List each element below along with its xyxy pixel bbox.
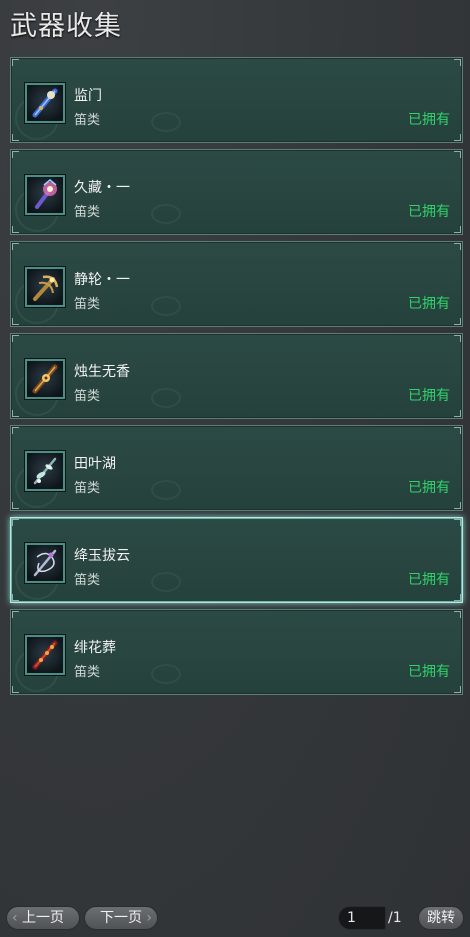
flute-blue-icon xyxy=(25,83,65,123)
flute-leaf-icon xyxy=(25,451,65,491)
next-page-button[interactable]: 下一页 › xyxy=(84,906,158,930)
page-title: 武器收集 xyxy=(10,11,122,42)
flute-crystal-icon xyxy=(25,175,65,215)
owned-status: 已拥有 xyxy=(408,480,450,496)
weapon-card[interactable]: 绯花葬 笛类 已拥有 xyxy=(10,609,463,695)
chevron-left-icon: ‹ xyxy=(12,910,18,926)
weapon-card[interactable]: 久藏・一 笛类 已拥有 xyxy=(10,149,463,235)
weapon-name: 监门 xyxy=(74,88,102,104)
page-total: /1 xyxy=(388,910,402,926)
flute-gold-icon xyxy=(25,267,65,307)
chevron-right-icon: › xyxy=(146,910,152,926)
weapon-category: 笛类 xyxy=(74,573,101,588)
owned-status: 已拥有 xyxy=(408,388,450,404)
weapon-card[interactable]: 静轮・一 笛类 已拥有 xyxy=(10,241,463,327)
weapon-category: 笛类 xyxy=(74,389,101,404)
weapon-category: 笛类 xyxy=(74,481,101,496)
weapon-collection-page: 武器收集 监门 笛类 已拥有 久藏・一 笛类 已拥有 静轮・一 笛类 已拥有 烛… xyxy=(0,0,470,937)
flute-silver-icon xyxy=(25,543,65,583)
weapon-category: 笛类 xyxy=(74,205,101,220)
jump-button[interactable]: 跳转 xyxy=(418,906,464,930)
page-jump-group: /1 跳转 xyxy=(338,906,464,930)
prev-page-button[interactable]: ‹ 上一页 xyxy=(6,906,80,930)
owned-status: 已拥有 xyxy=(408,112,450,128)
flute-amber-icon xyxy=(25,359,65,399)
owned-status: 已拥有 xyxy=(408,296,450,312)
weapon-card[interactable]: 烛生无香 笛类 已拥有 xyxy=(10,333,463,419)
weapon-card-selected[interactable]: 绛玉拔云 笛类 已拥有 xyxy=(10,517,463,603)
weapon-name: 田叶湖 xyxy=(74,456,116,472)
prev-page-label: 上一页 xyxy=(22,910,64,926)
weapon-category: 笛类 xyxy=(74,113,101,128)
weapon-category: 笛类 xyxy=(74,665,101,680)
next-page-label: 下一页 xyxy=(100,910,142,926)
owned-status: 已拥有 xyxy=(408,572,450,588)
weapon-name: 久藏・一 xyxy=(74,180,130,196)
weapon-card[interactable]: 监门 笛类 已拥有 xyxy=(10,57,463,143)
weapon-name: 绯花葬 xyxy=(74,640,116,656)
weapon-name: 绛玉拔云 xyxy=(74,548,130,564)
owned-status: 已拥有 xyxy=(408,204,450,220)
page-number-input[interactable] xyxy=(338,906,386,930)
flute-red-icon xyxy=(25,635,65,675)
weapon-card[interactable]: 田叶湖 笛类 已拥有 xyxy=(10,425,463,511)
weapon-category: 笛类 xyxy=(74,297,101,312)
weapon-name: 烛生无香 xyxy=(74,364,130,380)
weapon-name: 静轮・一 xyxy=(74,272,130,288)
owned-status: 已拥有 xyxy=(408,664,450,680)
weapon-list: 监门 笛类 已拥有 久藏・一 笛类 已拥有 静轮・一 笛类 已拥有 烛生无香 笛… xyxy=(10,57,463,701)
